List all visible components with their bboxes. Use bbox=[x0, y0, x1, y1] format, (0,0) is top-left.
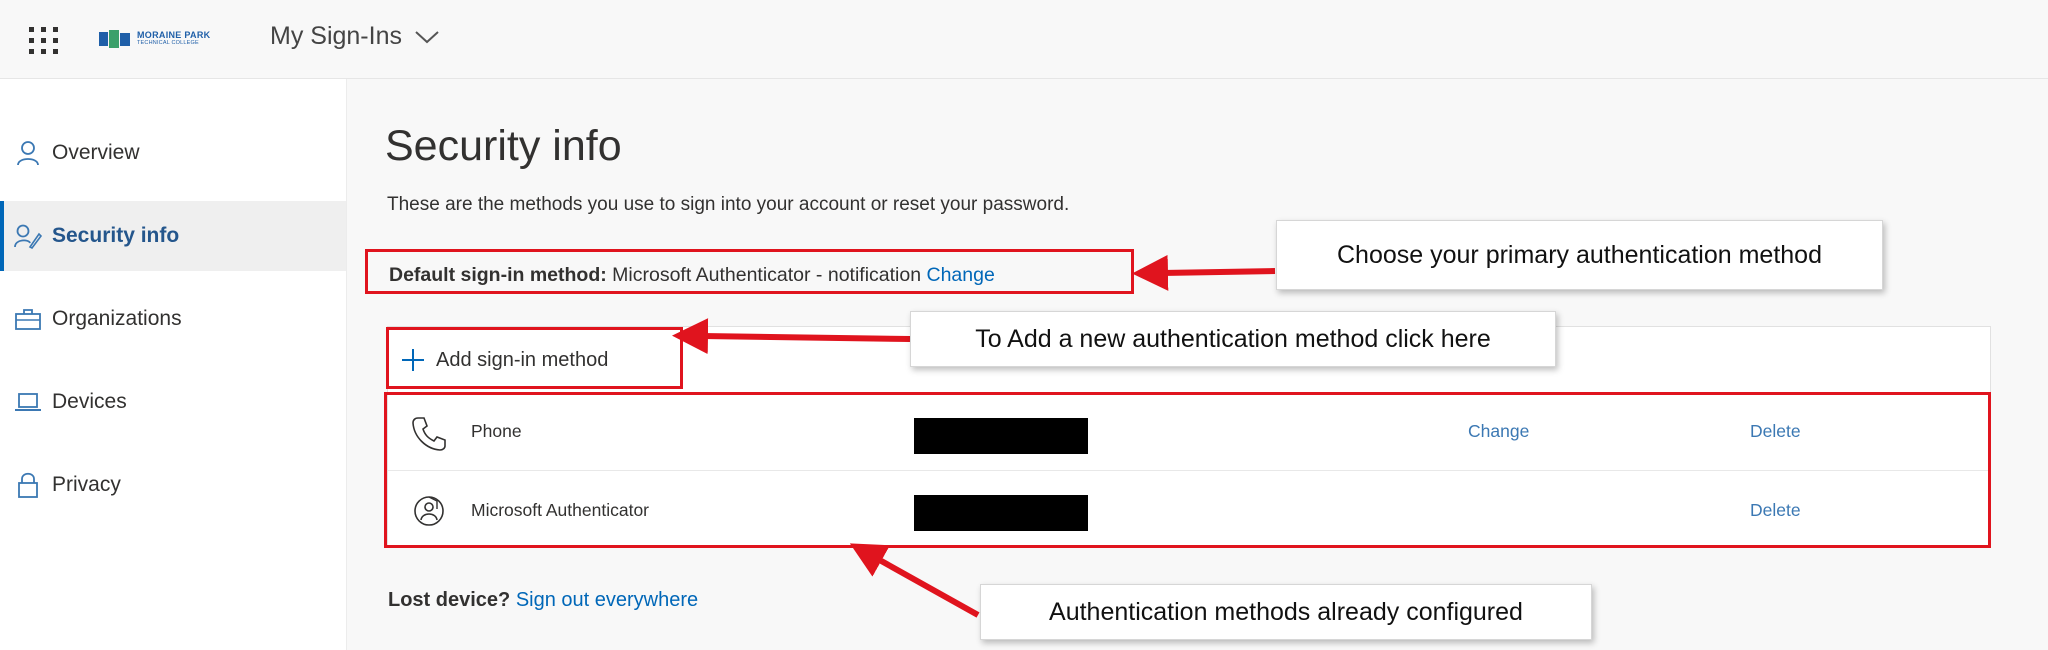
callout-add-method: To Add a new authentication method click… bbox=[910, 311, 1556, 367]
sidebar-item-security-info[interactable]: Security info bbox=[0, 201, 346, 271]
sidebar-item-label: Security info bbox=[52, 224, 180, 247]
person-icon bbox=[13, 138, 43, 168]
logo-line1: MORAINE PARK bbox=[137, 30, 211, 41]
sign-out-everywhere-link[interactable]: Sign out everywhere bbox=[516, 589, 698, 611]
security-info-icon bbox=[13, 221, 43, 251]
app-title: My Sign-Ins bbox=[270, 22, 402, 50]
app-title-dropdown[interactable]: My Sign-Ins bbox=[270, 22, 440, 51]
logo-mark-icon bbox=[99, 30, 130, 48]
laptop-icon bbox=[13, 387, 43, 417]
sidebar-item-label: Privacy bbox=[52, 473, 121, 496]
sidebar-item-overview[interactable]: Overview bbox=[0, 118, 346, 188]
sidebar-item-devices[interactable]: Devices bbox=[0, 367, 346, 437]
app-launcher-icon[interactable] bbox=[26, 24, 58, 54]
college-logo[interactable]: MORAINE PARK TECHNICAL COLLEGE bbox=[98, 26, 210, 52]
callout-configured-methods: Authentication methods already configure… bbox=[980, 584, 1592, 640]
sidebar-item-label: Organizations bbox=[52, 307, 182, 330]
sidebar-item-label: Devices bbox=[52, 390, 127, 413]
sidebar-item-label: Overview bbox=[52, 141, 140, 164]
lost-device: Lost device? Sign out everywhere bbox=[388, 589, 698, 612]
lost-device-label: Lost device? bbox=[388, 589, 511, 611]
sidebar-item-privacy[interactable]: Privacy bbox=[0, 450, 346, 520]
annotation-box-default-method bbox=[365, 249, 1134, 294]
page-title: Security info bbox=[385, 122, 622, 170]
top-bar: MORAINE PARK TECHNICAL COLLEGE My Sign-I… bbox=[0, 0, 2048, 79]
sidebar-item-organizations[interactable]: Organizations bbox=[0, 284, 346, 354]
lock-icon bbox=[13, 470, 43, 500]
callout-primary-method: Choose your primary authentication metho… bbox=[1276, 220, 1883, 290]
annotation-box-configured-methods bbox=[384, 392, 1991, 548]
chevron-down-icon bbox=[415, 30, 439, 43]
annotation-box-add-method bbox=[386, 327, 683, 389]
logo-line2: TECHNICAL COLLEGE bbox=[137, 40, 199, 47]
page-description: These are the methods you use to sign in… bbox=[387, 194, 1070, 215]
briefcase-icon bbox=[13, 304, 43, 334]
